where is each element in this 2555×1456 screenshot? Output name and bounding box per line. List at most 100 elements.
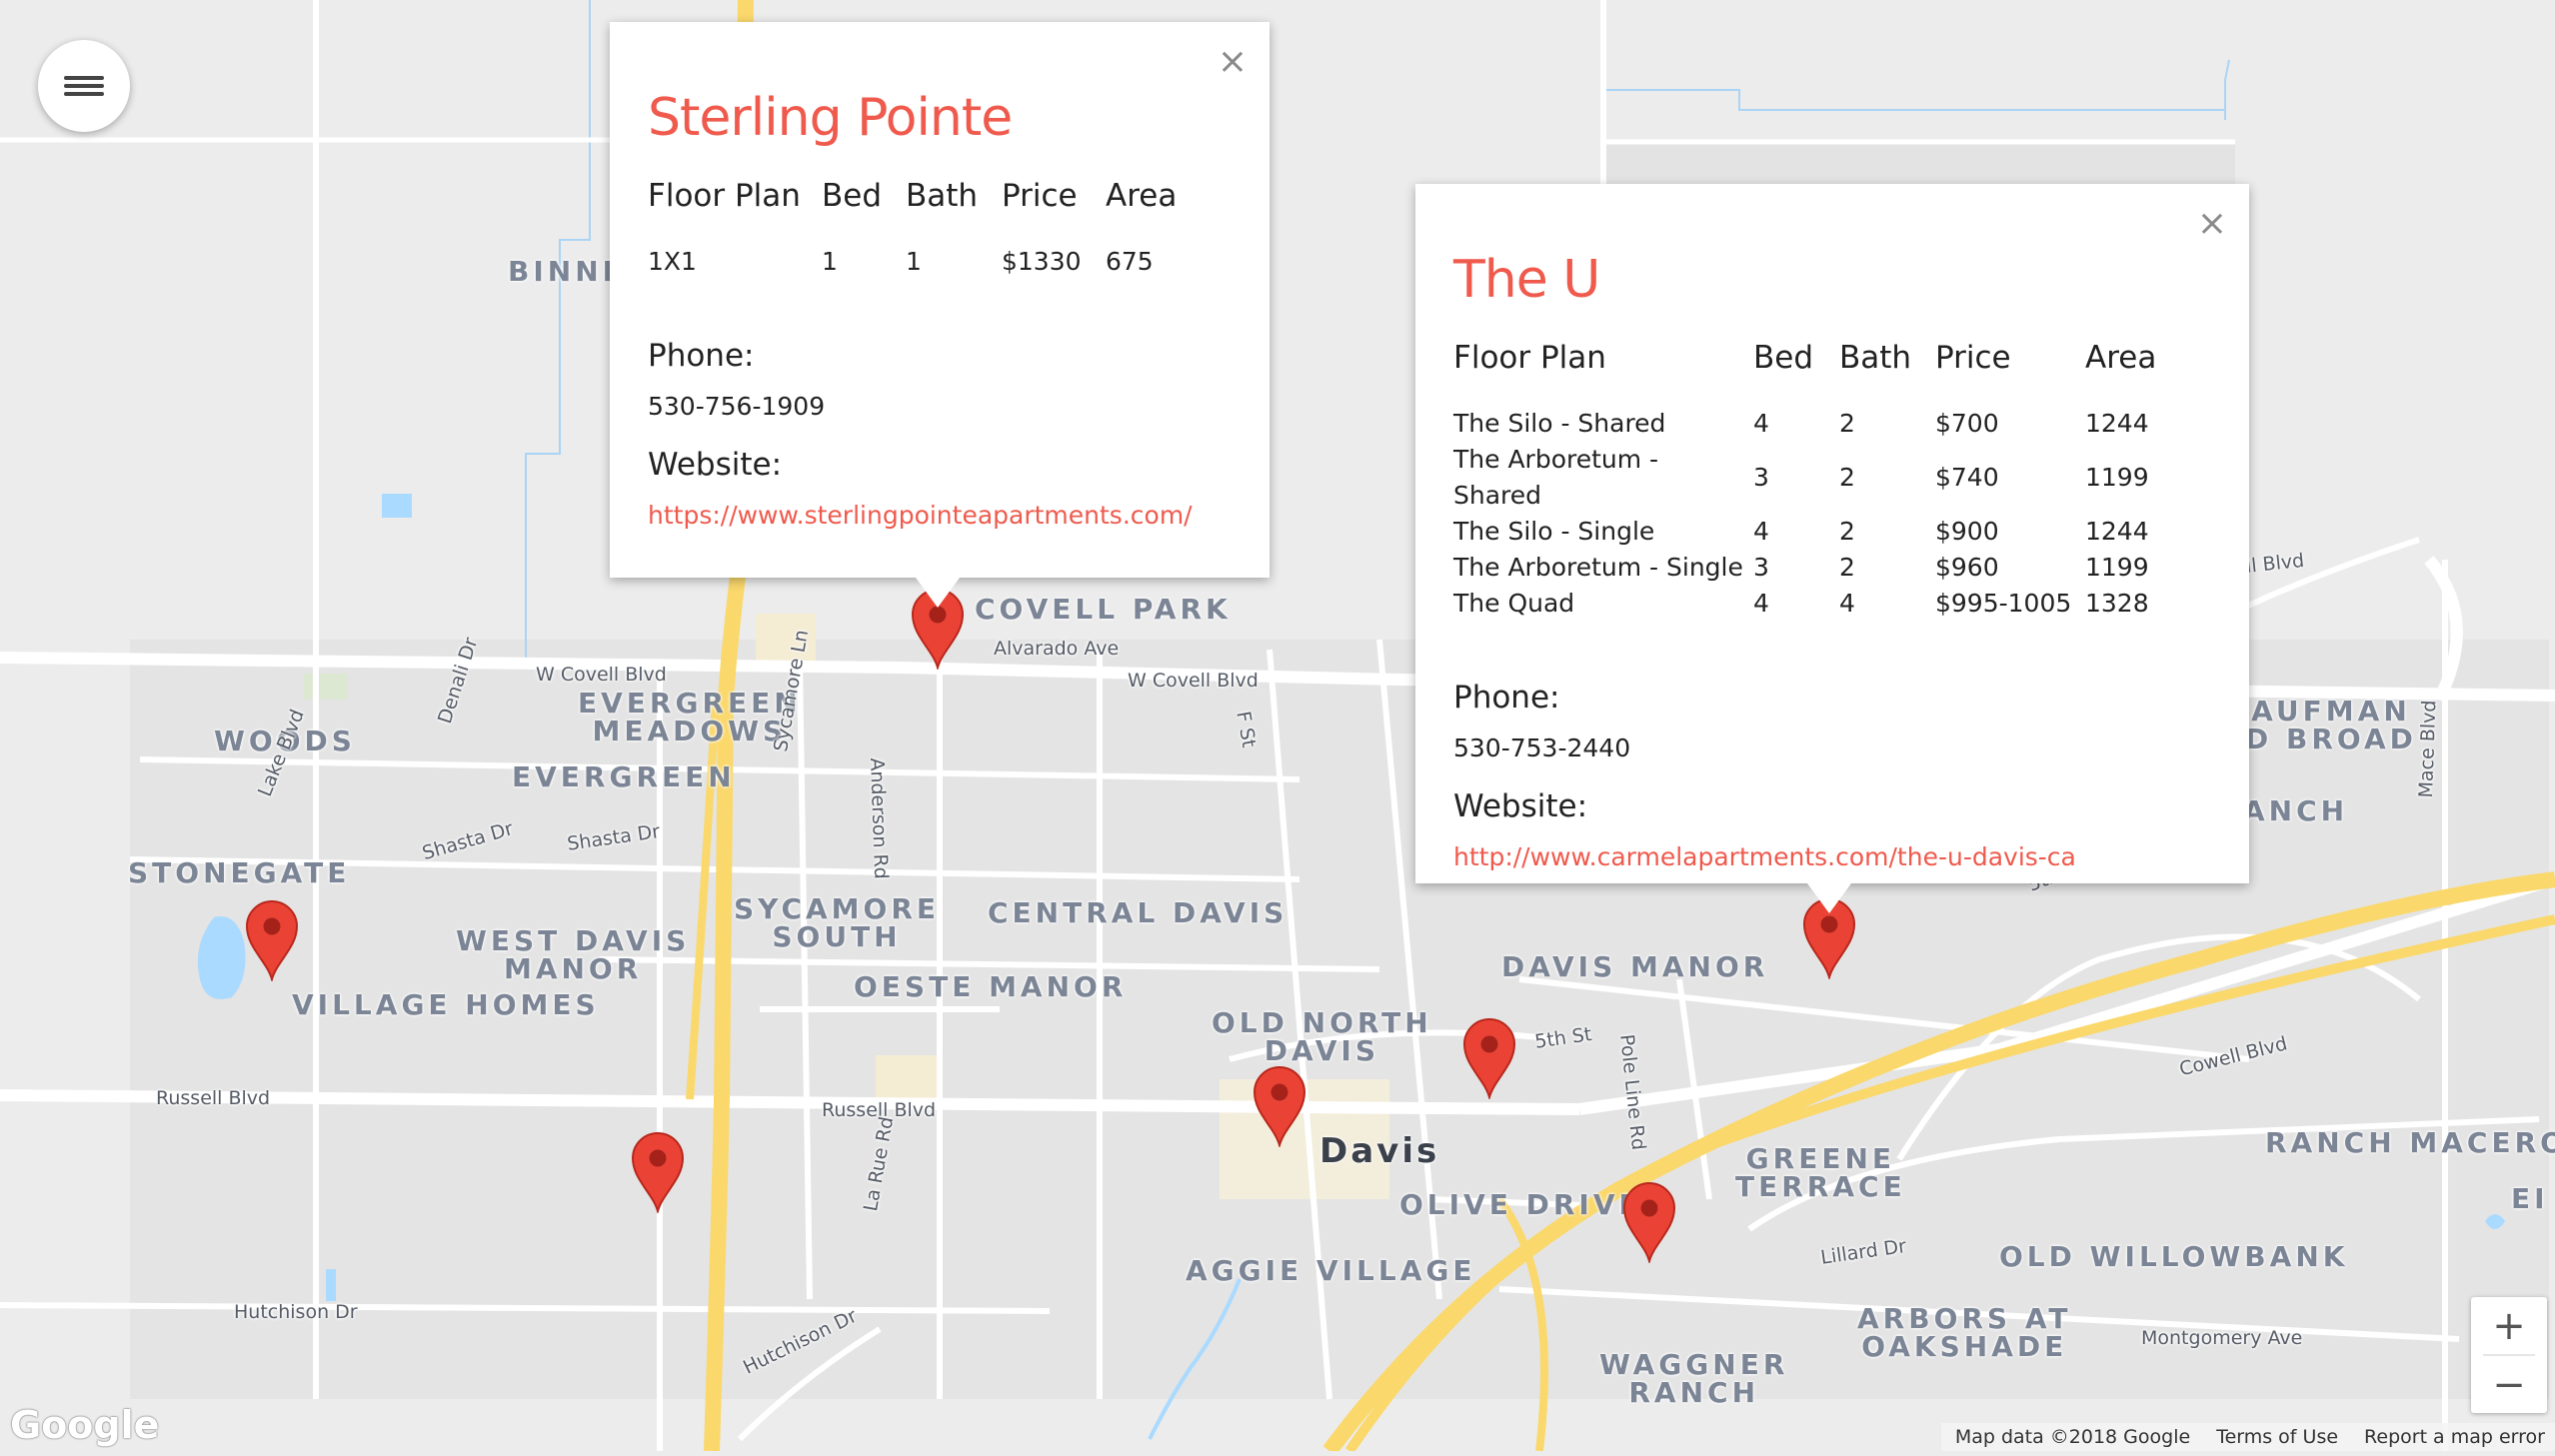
table-row: The Silo - Single 4 2 $900 1244: [1453, 514, 2156, 550]
area-label-central-davis: CENTRAL DAVIS: [988, 896, 1288, 929]
street-label-montgomery-ave: Montgomery Ave: [2141, 1327, 2303, 1349]
map-marker-downtown-2[interactable]: [1462, 1017, 1516, 1101]
area-label-old-north-davis: OLD NORTH DAVIS: [1212, 1006, 1432, 1067]
popup-pointer: [916, 578, 960, 608]
cell-floor-plan: The Arboretum - Shared: [1453, 445, 1659, 510]
menu-icon: [64, 72, 104, 100]
area-label-ranch-macero: RANCH MACERO: [2265, 1126, 2555, 1159]
floor-plan-table: Floor Plan Bed Bath Price Area 1X1 1 1 $…: [648, 178, 1177, 280]
cell-bed: 4: [1753, 589, 1769, 618]
phone-value: 530-753-2440: [1453, 733, 1631, 762]
cell-price: $995-1005: [1935, 589, 2072, 618]
col-bath: Bath: [1839, 340, 1912, 376]
area-label-greene-terrace: GREENE TERRACE: [1735, 1142, 1906, 1203]
area-label-aggie-village: AGGIE VILLAGE: [1186, 1254, 1476, 1287]
cell-area: 675: [1106, 247, 1154, 276]
area-label-evergreen: EVERGREEN: [512, 760, 736, 793]
cell-area: 1244: [2085, 409, 2149, 438]
cell-bed: 4: [1753, 409, 1769, 438]
cell-price: $740: [1935, 463, 1999, 492]
phone-value: 530-756-1909: [648, 392, 826, 421]
google-logo[interactable]: Google: [10, 1403, 159, 1447]
map-pin-icon: [245, 900, 299, 983]
cell-floor-plan: The Arboretum - Single: [1453, 553, 1743, 582]
close-icon[interactable]: ×: [1218, 44, 1248, 80]
table-header-row: Floor Plan Bed Bath Price Area: [1453, 340, 2156, 406]
menu-button[interactable]: [38, 40, 130, 132]
col-area: Area: [2085, 340, 2157, 376]
map-data-text: Map data ©2018 Google: [1954, 1426, 2191, 1448]
area-label-kaufman-broad: AUFMAN D BROAD: [2245, 695, 2417, 755]
cell-area: 1199: [2085, 553, 2149, 582]
popup-pointer: [1807, 883, 1851, 913]
map-pin-icon: [1253, 1066, 1306, 1149]
popup-title: Sterling Pointe: [648, 88, 1013, 148]
map-pin-icon: [631, 1132, 685, 1215]
zoom-in-button[interactable]: +: [2471, 1297, 2547, 1354]
street-label-w-covell-blvd-1: W Covell Blvd: [536, 664, 667, 686]
col-bed: Bed: [822, 178, 883, 214]
terms-link[interactable]: Terms of Use: [2216, 1426, 2338, 1448]
cell-bath: 4: [1839, 589, 1855, 618]
cell-floor-plan: 1X1: [648, 247, 697, 276]
cell-bed: 1: [822, 247, 838, 276]
area-label-davis-manor: DAVIS MANOR: [1501, 950, 1769, 983]
cell-bath: 2: [1839, 517, 1855, 546]
area-label-sycamore-south: SYCAMORE SOUTH: [734, 892, 941, 953]
map-pin-icon: [1622, 1182, 1676, 1265]
map-marker-downtown-1[interactable]: [1253, 1065, 1306, 1149]
popup-title: The U: [1453, 250, 1600, 310]
street-label-hutchison-dr-1: Hutchison Dr: [234, 1301, 358, 1323]
info-window-sterling-pointe: × Sterling Pointe Floor Plan Bed Bath Pr…: [610, 22, 1270, 608]
street-label-alvarado-ave: Alvarado Ave: [994, 638, 1120, 660]
cell-area: 1244: [2085, 517, 2149, 546]
map-marker-olive-south[interactable]: [1622, 1181, 1676, 1265]
city-label-davis: Davis: [1319, 1131, 1440, 1171]
area-label-old-willowbank: OLD WILLOWBANK: [1999, 1240, 2349, 1273]
area-label-west-davis-manor: WEST DAVIS MANOR: [456, 924, 691, 985]
area-label-village-homes: VILLAGE HOMES: [292, 988, 600, 1021]
table-row: The Silo - Shared 4 2 $700 1244: [1453, 406, 2156, 442]
website-link[interactable]: http://www.carmelapartments.com/the-u-da…: [1453, 842, 2211, 871]
street-label-anderson-rd: Anderson Rd: [866, 757, 893, 880]
cell-bed: 3: [1753, 463, 1769, 492]
close-icon[interactable]: ×: [2197, 206, 2227, 242]
area-label-el: EI: [2511, 1182, 2549, 1215]
map-attribution: Map data ©2018 Google Terms of Use Repor…: [1940, 1423, 2555, 1451]
report-error-link[interactable]: Report a map error: [2364, 1426, 2545, 1448]
cell-price: $960: [1935, 553, 1999, 582]
map-pin-icon: [1462, 1018, 1516, 1101]
info-window-the-u: × The U Floor Plan Bed Bath Price Area T…: [1415, 184, 2249, 913]
cell-floor-plan: The Silo - Shared: [1453, 409, 1666, 438]
area-label-oeste-manor: OESTE MANOR: [854, 970, 1128, 1003]
area-label-arbors-at-oakshade: ARBORS AT OAKSHADE: [1857, 1302, 2072, 1363]
cell-floor-plan: The Quad: [1453, 589, 1575, 618]
col-area: Area: [1106, 178, 1178, 214]
area-label-binning: BINNI: [508, 255, 618, 288]
map-marker-village-homes[interactable]: [245, 899, 299, 983]
website-link[interactable]: https://www.sterlingpointeapartments.com…: [648, 501, 1232, 530]
col-bed: Bed: [1753, 340, 1814, 376]
cell-price: $900: [1935, 517, 1999, 546]
cell-bath: 2: [1839, 409, 1855, 438]
table-row: The Quad 4 4 $995-1005 1328: [1453, 586, 2156, 622]
area-label-ranch-right: ANCH: [2243, 794, 2349, 827]
floor-plan-table: Floor Plan Bed Bath Price Area The Silo …: [1453, 340, 2156, 622]
table-header-row: Floor Plan Bed Bath Price Area: [648, 178, 1177, 244]
street-label-w-covell-blvd-2: W Covell Blvd: [1128, 670, 1259, 692]
col-price: Price: [1002, 178, 1078, 214]
col-bath: Bath: [906, 178, 979, 214]
area-label-waggner-ranch: WAGGNER RANCH: [1599, 1348, 1789, 1409]
cell-floor-plan: The Silo - Single: [1453, 517, 1655, 546]
cell-area: 1328: [2085, 589, 2149, 618]
area-label-stonegate: STONEGATE: [128, 856, 351, 889]
map-marker-southwest[interactable]: [631, 1131, 685, 1215]
cell-bath: 2: [1839, 553, 1855, 582]
table-row: The Arboretum - Single 3 2 $960 1199: [1453, 550, 2156, 586]
col-floor-plan: Floor Plan: [1453, 340, 1606, 376]
table-row: The Arboretum - Shared 3 2 $740 1199: [1453, 442, 2156, 514]
zoom-out-button[interactable]: −: [2471, 1356, 2547, 1413]
street-label-russell-blvd-1: Russell Blvd: [156, 1087, 271, 1109]
website-label: Website:: [648, 447, 783, 483]
cell-bath: 1: [906, 247, 922, 276]
